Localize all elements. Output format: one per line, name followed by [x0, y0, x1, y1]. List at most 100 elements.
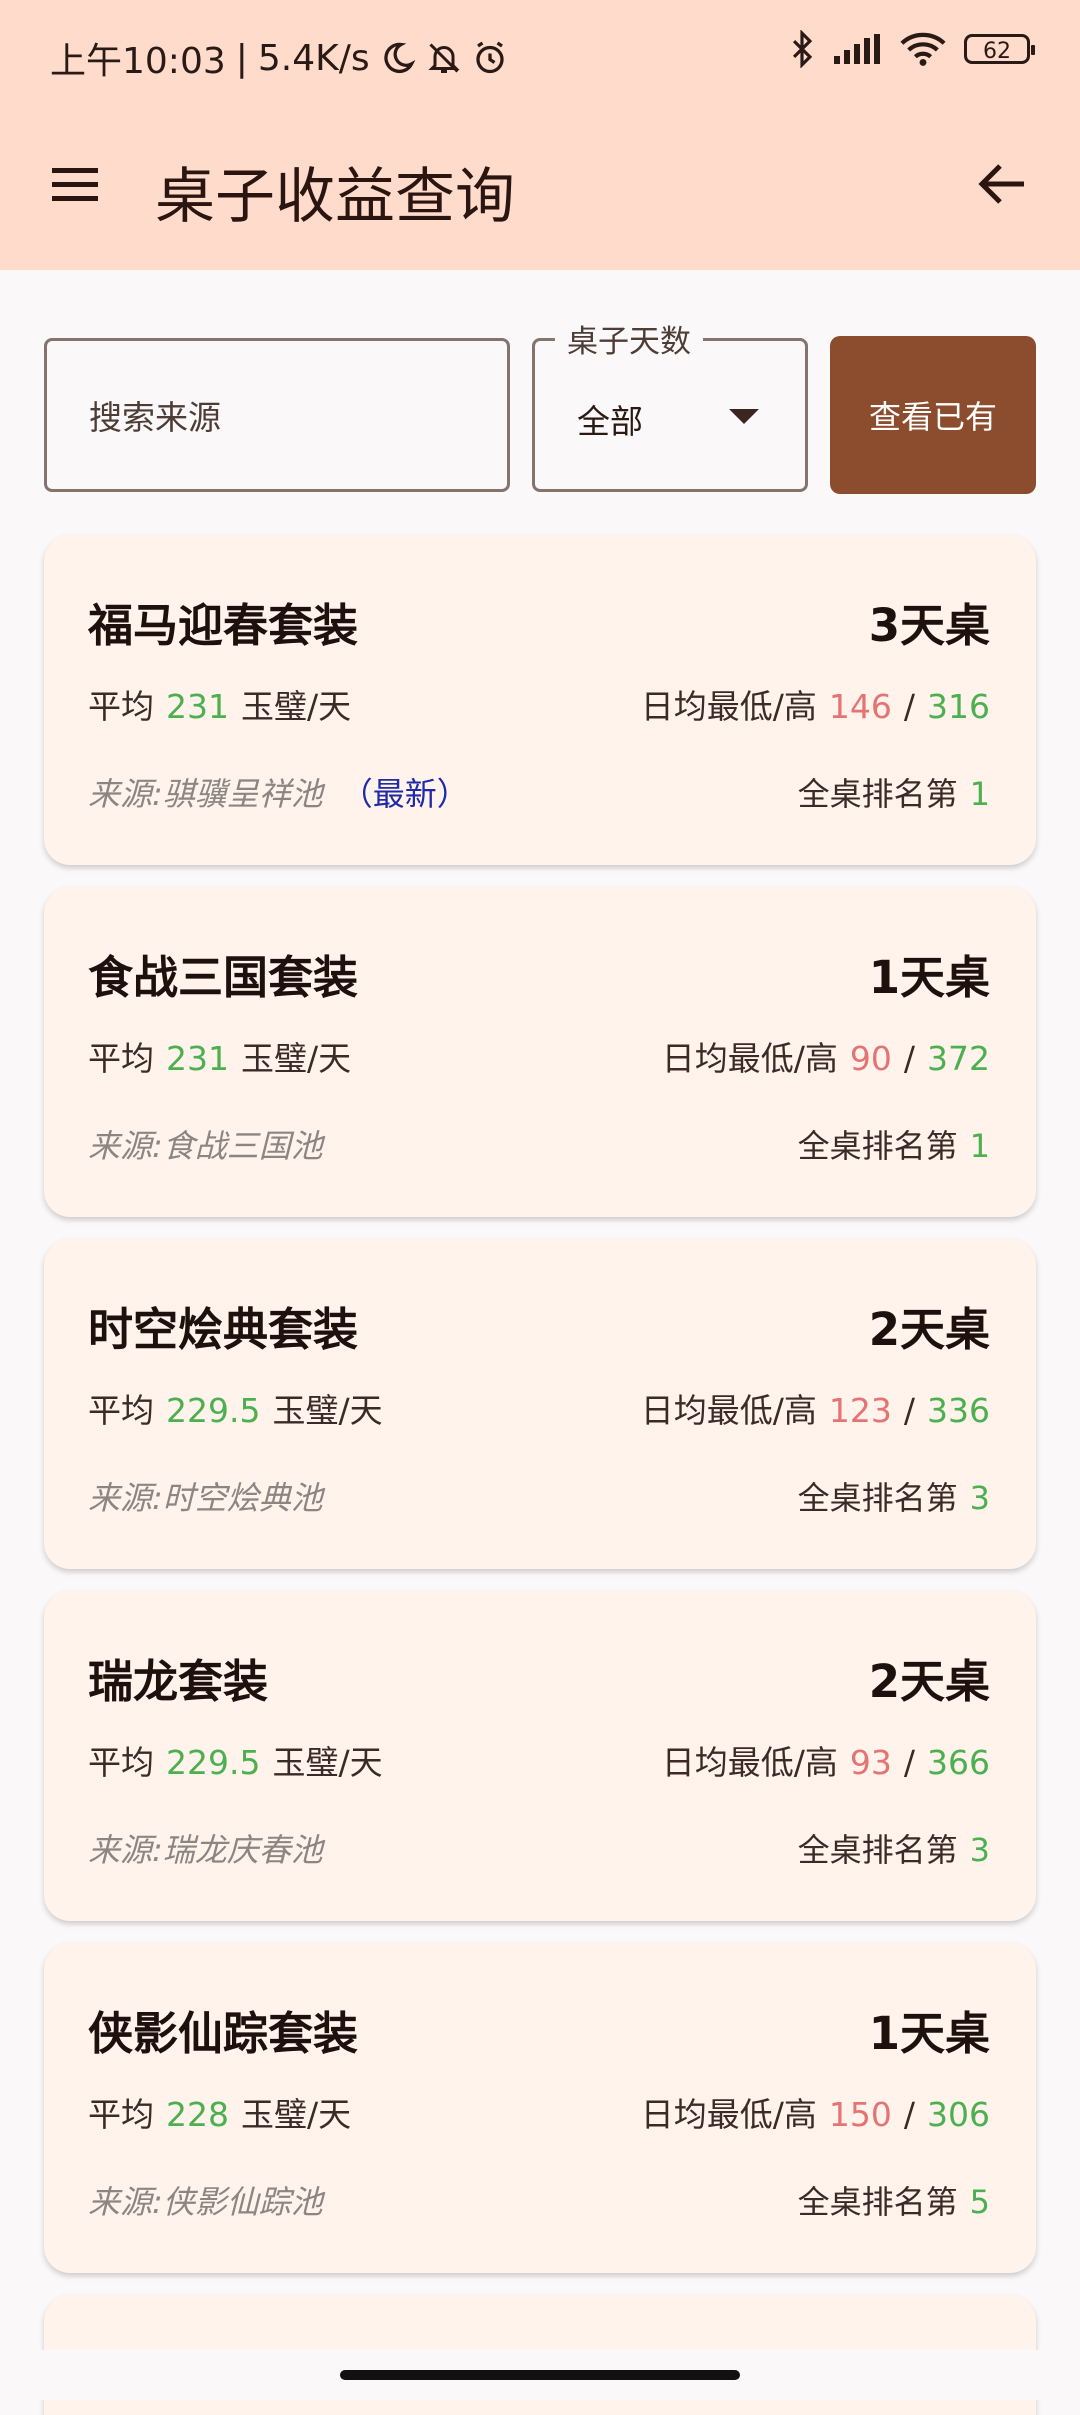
item-table-days: 2天桌 [868, 1655, 990, 1708]
avg-value: 231 [166, 1039, 229, 1078]
item-daily-min-max: 日均最低/高 123 / 336 [641, 1384, 990, 1432]
minmax-separator: / [903, 1039, 915, 1078]
item-daily-min-max: 日均最低/高 146 / 316 [641, 680, 990, 728]
item-source: 来源:食战三国池 [88, 1121, 323, 1167]
item-average: 平均 231 玉璧/天 [88, 680, 351, 728]
daily-min-value: 90 [849, 1039, 892, 1078]
moon-icon [380, 40, 416, 76]
chevron-down-icon [729, 409, 759, 424]
avg-value: 229.5 [166, 1391, 261, 1430]
table-days-dropdown[interactable]: 桌子天数 全部 [532, 316, 808, 492]
network-speed: 5.4K/s [257, 37, 370, 79]
minmax-label: 日均最低/高 [661, 1743, 838, 1782]
signal-icon [834, 34, 882, 64]
item-name: 福马迎春套装 [88, 599, 359, 652]
item-table-days: 3天桌 [868, 599, 990, 652]
source-text: 来源:骐骥呈祥池 [88, 775, 323, 813]
minmax-label: 日均最低/高 [640, 687, 817, 726]
rank-value: 1 [969, 1127, 990, 1165]
status-left: 上午10:03 | 5.4K/s [50, 32, 508, 84]
item-source: 来源:骐骥呈祥池 （最新） [88, 769, 469, 815]
item-name: 侠影仙踪套装 [88, 2007, 359, 2060]
search-source-field[interactable] [44, 338, 510, 492]
avg-label: 平均 [88, 1039, 154, 1078]
status-bar: 上午10:03 | 5.4K/s 62 [0, 0, 1080, 110]
item-rank: 全桌排名第 3 [798, 1473, 990, 1519]
avg-label: 平均 [88, 1743, 154, 1782]
rank-label: 全桌排名第 [797, 2183, 958, 2221]
list-item[interactable]: 食战三国套装 1天桌平均 231 玉璧/天 日均最低/高 90 / 372 来源:食战三国池 全桌… [44, 887, 1036, 1217]
list-item[interactable]: 瑞龙套装 2天桌 平均 229.5 玉璧/天 日均最低/高 93 / 366 来源:瑞龙庆春池 全桌… [44, 1591, 1036, 1921]
avg-value: 228 [166, 2095, 229, 2134]
minmax-separator: / [903, 2095, 915, 2134]
daily-max-value: 336 [927, 1391, 990, 1430]
item-source: 来源:瑞龙庆春池 [88, 1825, 323, 1871]
daily-max-value: 306 [927, 2095, 990, 2134]
item-average: 平均 228 玉璧/天 [88, 2088, 351, 2136]
arrow-back-icon[interactable] [972, 154, 1032, 214]
item-daily-min-max: 日均最低/高 90 / 372 [662, 1032, 990, 1080]
bell-off-icon [426, 40, 462, 76]
item-table-days: 1天桌 [868, 951, 990, 1004]
item-name: 时空烩典套装 [88, 1303, 359, 1356]
item-daily-min-max: 日均最低/高 93 / 366 [662, 1736, 990, 1784]
days-dropdown-label: 桌子天数 [555, 316, 703, 361]
avg-value: 231 [166, 687, 229, 726]
battery-icon: 62 [964, 34, 1035, 64]
rank-label: 全桌排名第 [797, 775, 958, 813]
minmax-separator: / [903, 1743, 915, 1782]
view-existing-button[interactable]: 查看已有 [830, 336, 1036, 494]
avg-label: 平均 [88, 1391, 154, 1430]
source-text: 来源:食战三国池 [88, 1127, 323, 1165]
avg-unit: 玉璧/天 [241, 1039, 352, 1078]
item-source: 来源:侠影仙踪池 [88, 2177, 323, 2223]
minmax-label: 日均最低/高 [661, 1039, 838, 1078]
item-rank: 全桌排名第 1 [798, 769, 990, 815]
item-rank: 全桌排名第 3 [798, 1825, 990, 1871]
avg-unit: 玉璧/天 [241, 687, 352, 726]
daily-max-value: 366 [927, 1743, 990, 1782]
bluetooth-icon [788, 30, 816, 68]
daily-min-value: 150 [828, 2095, 892, 2134]
minmax-separator: / [903, 687, 915, 726]
item-table-days: 1天桌 [868, 2007, 990, 2060]
rank-label: 全桌排名第 [797, 1831, 958, 1869]
item-name: 食战三国套装 [88, 951, 359, 1004]
rank-value: 1 [969, 775, 990, 813]
source-text: 来源:时空烩典池 [88, 1479, 323, 1517]
source-text: 来源:瑞龙庆春池 [88, 1831, 323, 1869]
daily-min-value: 146 [828, 687, 892, 726]
status-separator: | [235, 37, 248, 79]
list-item[interactable]: 侠影仙踪套装 1天桌 平均 228 玉璧/天 日均最低/高 150 / 306 来源:侠影仙踪池 全… [44, 1943, 1036, 2273]
minmax-separator: / [903, 1391, 915, 1430]
list-item[interactable]: 时空烩典套装 2天桌 平均 229.5 玉璧/天 日均最低/高 123 / 336 来源:时空烩典… [44, 1239, 1036, 1569]
daily-max-value: 316 [927, 687, 990, 726]
minmax-label: 日均最低/高 [640, 2095, 817, 2134]
daily-max-value: 372 [927, 1039, 990, 1078]
status-time: 上午10:03 [50, 41, 226, 82]
wifi-icon [900, 31, 946, 67]
item-average: 平均 229.5 玉璧/天 [88, 1384, 383, 1432]
avg-label: 平均 [88, 2095, 154, 2134]
item-rank: 全桌排名第 1 [798, 1121, 990, 1167]
avg-label: 平均 [88, 687, 154, 726]
rank-label: 全桌排名第 [797, 1479, 958, 1517]
rank-value: 3 [969, 1479, 990, 1517]
rank-label: 全桌排名第 [797, 1127, 958, 1165]
item-name: 瑞龙套装 [88, 1655, 269, 1708]
gesture-nav-bar[interactable] [340, 2370, 740, 2380]
rank-value: 3 [969, 1831, 990, 1869]
search-input[interactable] [87, 391, 471, 443]
page-title: 桌子收益查询 [155, 162, 515, 232]
app-bar: 桌子收益查询 [0, 130, 1080, 240]
top-header: 上午10:03 | 5.4K/s 62 桌子收益查询 [0, 0, 1080, 270]
avg-value: 229.5 [166, 1743, 261, 1782]
hamburger-menu-icon[interactable] [46, 154, 106, 214]
item-average: 平均 229.5 玉璧/天 [88, 1736, 383, 1784]
daily-min-value: 93 [849, 1743, 892, 1782]
list-item[interactable]: 福马迎春套装 3天桌平均 231 玉璧/天 日均最低/高 146 / 316 来源:骐骥呈祥池 （… [44, 535, 1036, 865]
status-right: 62 [788, 30, 1035, 68]
days-dropdown-value: 全部 [577, 402, 643, 441]
avg-unit: 玉璧/天 [272, 1391, 383, 1430]
item-source: 来源:时空烩典池 [88, 1473, 323, 1519]
